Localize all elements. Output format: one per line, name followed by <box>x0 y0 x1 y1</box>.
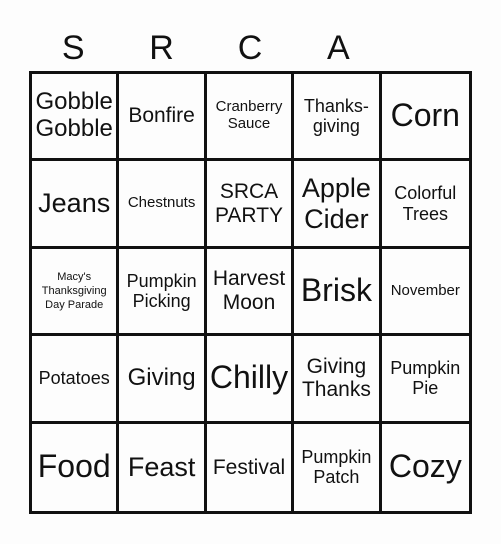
bingo-cell[interactable]: Giving Thanks <box>294 336 382 424</box>
bingo-cell[interactable]: Giving <box>119 336 207 424</box>
bingo-cell-label: Gobble Gobble <box>35 88 113 143</box>
bingo-cell-label: Colorful Trees <box>394 183 457 224</box>
bingo-cell-label: Apple Cider <box>301 173 371 234</box>
bingo-cell[interactable]: Colorful Trees <box>381 161 469 249</box>
bingo-cell[interactable]: Feast <box>119 423 207 511</box>
bingo-cell[interactable]: SRCA PARTY <box>206 161 295 249</box>
bingo-cell-label: Macy's Thanksgiving Day Parade <box>41 270 107 312</box>
bingo-cell[interactable]: Gobble Gobble <box>32 74 120 162</box>
bingo-cell-label: Festival <box>212 455 286 479</box>
bingo-cell[interactable]: Pumpkin Patch <box>294 423 382 511</box>
bingo-cell-label: Corn <box>390 97 460 134</box>
header-letter: A <box>327 28 350 67</box>
bingo-cell-label: Giving Thanks <box>301 354 371 402</box>
bingo-cell[interactable]: Potatoes <box>32 336 120 424</box>
header-letter <box>383 26 471 70</box>
bingo-cell[interactable]: Brisk <box>294 248 382 337</box>
bingo-cell-label: Cranberry Sauce <box>215 98 283 133</box>
bingo-cell-label: Pumpkin Picking <box>126 270 197 311</box>
bingo-cell-label: Harvest Moon <box>212 267 286 314</box>
bingo-cell[interactable]: Thanks- giving <box>294 74 382 162</box>
bingo-cell[interactable]: Harvest Moon <box>206 248 295 337</box>
bingo-cell-label: Giving <box>127 363 196 391</box>
bingo-cell-label: Thanks- giving <box>303 96 369 137</box>
bingo-cell-label: Pumpkin Patch <box>301 447 372 488</box>
bingo-cell-label: Jeans <box>38 188 111 219</box>
bingo-cell-label: Potatoes <box>38 368 110 389</box>
bingo-cell-label: Cozy <box>388 448 462 485</box>
bingo-cell[interactable]: Jeans <box>32 161 120 249</box>
bingo-cell[interactable]: Chestnuts <box>119 161 207 249</box>
bingo-cell-label: Chestnuts <box>127 194 196 212</box>
bingo-cell[interactable]: Pumpkin Picking <box>119 248 207 337</box>
bingo-cell[interactable]: Bonfire <box>119 74 207 162</box>
bingo-cell-label: Chilly <box>209 359 289 396</box>
bingo-cell-label: November <box>390 281 460 299</box>
bingo-cell-label: Bonfire <box>128 104 195 128</box>
header-letter: C <box>237 28 263 67</box>
bingo-board: Gobble Gobble Bonfire Cranberry Sauce Thank… <box>29 71 472 514</box>
bingo-cell-label: SRCA PARTY <box>214 180 284 227</box>
bingo-cell[interactable]: Chilly <box>206 336 295 424</box>
bingo-cell[interactable]: Pumpkin Pie <box>381 336 469 424</box>
bingo-cell[interactable]: Corn <box>381 74 469 162</box>
bingo-cell[interactable]: Festival <box>207 423 295 511</box>
bingo-cell-label: Food <box>37 448 111 485</box>
bingo-cell[interactable]: November <box>381 249 469 337</box>
bingo-cell-label: Brisk <box>300 272 372 309</box>
header-letter: S <box>61 28 85 67</box>
bingo-cell-label: Feast <box>127 452 196 483</box>
bingo-cell[interactable]: Food <box>32 423 120 511</box>
bingo-cell[interactable]: Macy's Thanksgiving Day Parade <box>32 248 120 337</box>
bingo-cell[interactable]: Cranberry Sauce <box>206 74 295 162</box>
header-letter: R <box>149 28 174 67</box>
bingo-cell[interactable]: Apple Cider <box>294 161 382 249</box>
bingo-cell-label: Pumpkin Pie <box>390 358 461 399</box>
bingo-cell[interactable]: Cozy <box>382 424 469 511</box>
bingo-header: S R C A <box>29 26 471 70</box>
